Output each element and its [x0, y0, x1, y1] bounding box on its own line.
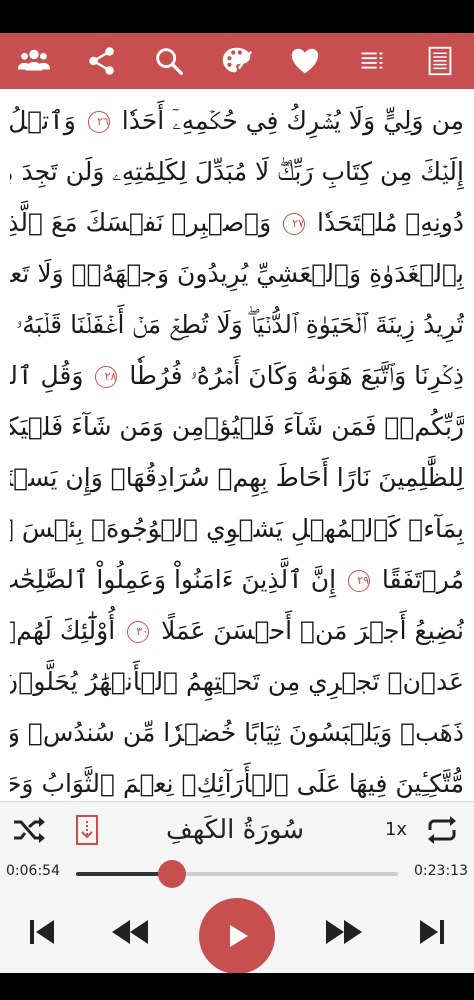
group-icon — [17, 49, 50, 71]
next-button[interactable] — [412, 912, 452, 952]
playback-speed-button[interactable]: 1x — [378, 814, 414, 846]
verse-line: مُّتَّكِـِٔينَ فِيهَا عَلَى ٱلۡأَرَآئِكِ… — [10, 769, 464, 798]
previous-button[interactable] — [22, 912, 62, 952]
download-button[interactable] — [72, 812, 102, 848]
verse-line: بِٱلۡغَدَوٰةِ وَٱلۡعَشِيِّ يُرِيدُونَ وَ… — [10, 259, 464, 288]
shuffle-button[interactable] — [10, 812, 48, 848]
index-button[interactable] — [344, 33, 400, 89]
reciters-button[interactable] — [6, 33, 62, 89]
verse-line: إِلَيۡكَ مِن كِتَابِ رَبِّكَۖ لَا مُبَدِ… — [10, 157, 464, 186]
heart-icon — [291, 48, 318, 74]
skip-next-icon — [420, 920, 444, 944]
rewind-icon — [112, 920, 148, 944]
ayah-number-marker[interactable]: ٢٦ — [87, 111, 110, 133]
list-icon — [361, 52, 383, 69]
verses-text: مِن وَلِيٍّ وَلَا يُشۡرِكُ فِي حُكۡمِهِۦ… — [10, 95, 464, 801]
verse-line: ذِكۡرِنَا وَٱتَّبَعَ هَوَىٰهُ وَكَانَ أَ… — [10, 361, 464, 390]
verse-line: تُرِيدُ زِينَةَ ٱلۡحَيَوٰةِ ٱلدُّنۡيَاۖ … — [10, 310, 464, 339]
time-total: 0:23:13 — [414, 863, 468, 879]
play-button[interactable] — [199, 898, 275, 974]
search-icon — [156, 48, 184, 75]
palette-icon — [222, 47, 253, 73]
status-bar — [0, 0, 474, 33]
ayah-number-marker[interactable]: ٣٠ — [127, 621, 150, 643]
verse-line: مِن وَلِيٍّ وَلَا يُشۡرِكُ فِي حُكۡمِهِۦ… — [10, 106, 464, 135]
seek-bar-thumb[interactable] — [157, 860, 186, 888]
verse-line: بِمَآءٖ كَٱلۡمُهۡلِ يَشۡوِي ٱلۡوُجُوهَۚ … — [10, 514, 464, 543]
verse-line: ذَهَبٖ وَيَلۡبَسُونَ ثِيَابًا خُضۡرٗا مِ… — [10, 718, 464, 747]
share-icon — [88, 47, 114, 75]
page-icon — [428, 46, 452, 76]
top-toolbar — [0, 33, 474, 89]
ayah-number-marker[interactable]: ٢٧ — [283, 213, 306, 235]
audio-player: سُورَةُ الكَهفِ 1x 0:06:54 0:23:13 — [0, 801, 474, 974]
shuffle-icon — [14, 817, 45, 843]
bookmarks-button[interactable] — [277, 33, 333, 89]
ayah-number-marker[interactable]: ٢٩ — [347, 570, 370, 592]
verse-line: دُونِهِۦ مُلۡتَحَدٗا ٢٧ وَٱصۡبِرۡ نَفۡسَ… — [10, 208, 464, 237]
search-button[interactable] — [141, 33, 197, 89]
quran-reader[interactable]: مِن وَلِيٍّ وَلَا يُشۡرِكُ فِي حُكۡمِهِۦ… — [0, 89, 474, 801]
time-elapsed: 0:06:54 — [6, 863, 60, 879]
verse-line: لِلظَّٰلِمِينَ نَارًا أَحَاطَ بِهِمۡ سُر… — [10, 463, 464, 492]
seek-bar[interactable] — [76, 860, 398, 888]
repeat-button[interactable] — [422, 812, 462, 848]
verse-line: نُضِيعُ أَجۡرَ مَنۡ أَحۡسَنَ عَمَلًا ٣٠ … — [10, 616, 464, 645]
fast-forward-button[interactable] — [320, 912, 368, 952]
skip-previous-icon — [30, 920, 54, 944]
fast-forward-icon — [326, 920, 362, 944]
page-view-button[interactable] — [412, 33, 468, 89]
system-nav-bar — [0, 973, 474, 1000]
play-icon — [230, 925, 248, 947]
repeat-icon — [428, 816, 456, 844]
download-icon — [76, 815, 98, 845]
rewind-button[interactable] — [106, 912, 154, 952]
verse-line: مُرۡتَفَقًا ٢٩ إِنَّ ٱلَّذِينَ ءَامَنُوا… — [10, 565, 464, 594]
ayah-number-marker[interactable]: ٢٨ — [95, 366, 118, 388]
verse-line: رَّبِّكُمۡۖ فَمَن شَآءَ فَلۡيُؤۡمِن وَمَ… — [10, 412, 464, 441]
surah-title: سُورَةُ الكَهفِ — [165, 815, 305, 845]
theme-button[interactable] — [209, 33, 265, 89]
verse-line: عَدۡنٖ تَجۡرِي مِن تَحۡتِهِمُ ٱلۡأَنۡهَٰ… — [10, 667, 464, 696]
share-button[interactable] — [74, 33, 130, 89]
